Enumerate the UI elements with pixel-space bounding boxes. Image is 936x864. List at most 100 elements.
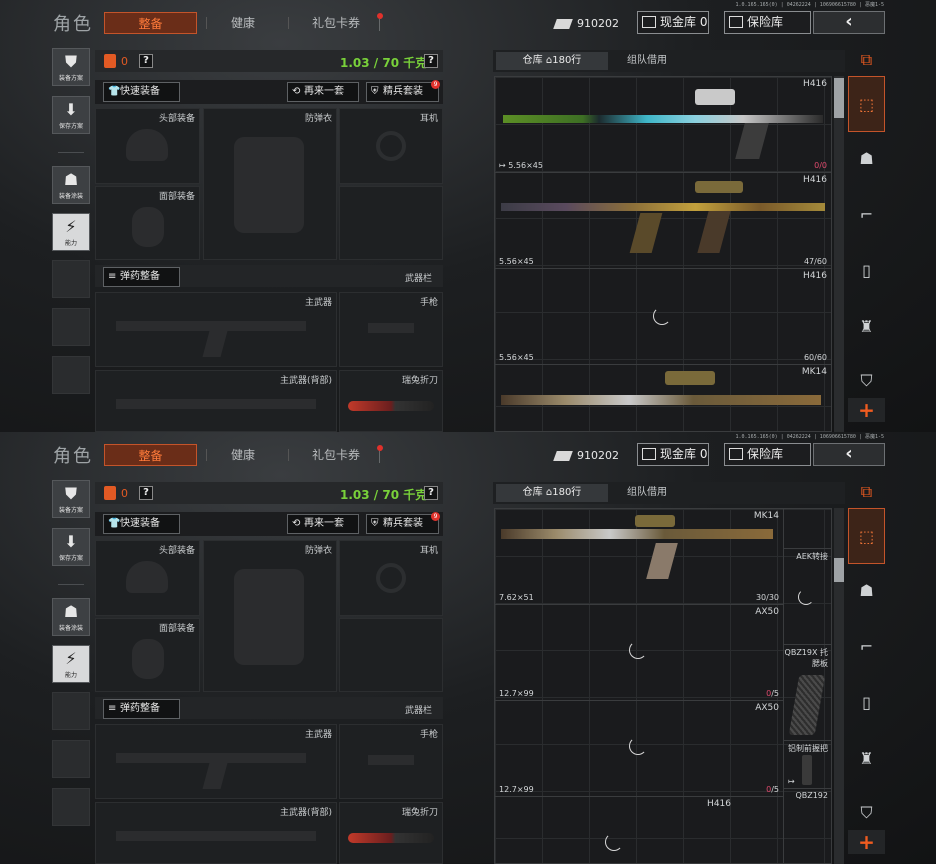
- ear-slot[interactable]: 耳机: [339, 540, 443, 616]
- primary-back-slot[interactable]: 主武器(背部): [95, 802, 337, 864]
- ammo-button[interactable]: ≡ 弹药整备: [103, 267, 180, 287]
- head-slot[interactable]: 头部装备: [95, 540, 200, 616]
- armor-slot[interactable]: 防弹衣: [203, 108, 337, 260]
- tab-team-borrow[interactable]: 组队借用: [612, 52, 682, 70]
- attachment-card[interactable]: QBZ19X 托腮板: [784, 645, 831, 741]
- item-card[interactable]: MK14 7.62×51 30/30: [495, 509, 783, 605]
- item-card[interactable]: H416 5.56×45 47/60: [495, 173, 831, 269]
- category-medical-icon[interactable]: ⛉: [848, 794, 885, 831]
- loadout-plan-button[interactable]: ⛊ 装备方案: [52, 480, 90, 518]
- category-rifle-icon[interactable]: ⌐: [848, 196, 885, 233]
- elite-kit-button[interactable]: ⛨ 精兵套装: [366, 514, 439, 534]
- item-count: 0/5: [766, 785, 779, 794]
- scrollbar-thumb[interactable]: [834, 558, 844, 582]
- elite-kit-button[interactable]: ⛨ 精兵套装: [366, 82, 439, 102]
- gasmask-silhouette-icon: [132, 207, 164, 247]
- paint-label: 装备涂装: [58, 193, 83, 200]
- ammo-icon: ≡: [108, 271, 117, 282]
- item-card[interactable]: H416 ↦ 5.56×45 0/0: [495, 77, 831, 173]
- tab-health[interactable]: 健康: [218, 444, 268, 466]
- top-bar: 角色 整备 健康 礼包卡券 910202 现金库 0 保险库 ‹: [0, 432, 936, 476]
- primary-back-slot[interactable]: 主武器(背部): [95, 370, 337, 432]
- tab-warehouse[interactable]: 仓库 ⌂180行: [496, 52, 608, 70]
- tab-gift-cards[interactable]: 礼包卡券: [300, 12, 372, 34]
- item-card[interactable]: H416: [495, 797, 783, 863]
- category-rifle-icon[interactable]: ⌐: [848, 628, 885, 665]
- category-armor-icon[interactable]: ☗: [848, 572, 885, 609]
- tab-team-borrow[interactable]: 组队借用: [612, 484, 682, 502]
- knife-slot[interactable]: 瑞兔折刀: [339, 802, 443, 864]
- rifle-mag-icon: [202, 763, 228, 789]
- head-slot-label: 头部装备: [158, 114, 195, 124]
- knife-label: 瑞兔折刀: [401, 808, 438, 818]
- paint-button[interactable]: ☗ 装备涂装: [52, 598, 90, 636]
- ability-button[interactable]: ⚡ 能力: [52, 213, 90, 251]
- pistol-slot[interactable]: 手枪: [339, 724, 443, 799]
- category-magazine-icon[interactable]: ▯: [848, 684, 885, 721]
- head-slot[interactable]: 头部装备: [95, 108, 200, 184]
- primary-weapon-slot[interactable]: 主武器: [95, 724, 337, 799]
- safe-box-button[interactable]: 保险库: [724, 443, 811, 466]
- primary-weapon-slot[interactable]: 主武器: [95, 292, 337, 367]
- item-card[interactable]: AX50 12.7×99 0/5: [495, 701, 783, 797]
- help-icon[interactable]: ?: [139, 54, 153, 68]
- knife-icon: [348, 833, 434, 843]
- tab-warehouse[interactable]: 仓库 ⌂180行: [496, 484, 608, 502]
- category-armor-icon[interactable]: ☗: [848, 140, 885, 177]
- attachment-card[interactable]: [784, 509, 831, 549]
- cash-vault-button[interactable]: 现金库 0: [637, 443, 709, 466]
- tab-gift-cards[interactable]: 礼包卡券: [300, 444, 372, 466]
- attachment-card[interactable]: QBZ192: [784, 789, 831, 863]
- attachment-card[interactable]: 铝制前握把 ↦: [784, 741, 831, 789]
- armor-slot[interactable]: 防弹衣: [203, 540, 337, 692]
- tab-loadout[interactable]: 整备: [104, 12, 197, 34]
- help-icon[interactable]: ?: [139, 486, 153, 500]
- empty-side-slot: [52, 356, 90, 394]
- face-slot[interactable]: 面部装备: [95, 186, 200, 260]
- help-icon[interactable]: ?: [424, 54, 438, 68]
- back-button[interactable]: ‹: [813, 443, 885, 466]
- repeat-loadout-button[interactable]: ⟲ 再来一套: [287, 514, 359, 534]
- safe-box-button[interactable]: 保险库: [724, 11, 811, 34]
- layers-icon[interactable]: ⧉: [848, 480, 885, 504]
- category-attachment-icon[interactable]: ♜: [848, 308, 885, 345]
- quick-equip-button[interactable]: 👕 快速装备: [103, 514, 180, 534]
- item-card[interactable]: H416 5.56×45 60/60: [495, 269, 831, 365]
- chevron-left-icon: ‹: [845, 443, 853, 464]
- item-card[interactable]: MK14: [495, 365, 831, 431]
- category-magazine-icon[interactable]: ▯: [848, 252, 885, 289]
- cash-vault-button[interactable]: 现金库 0: [637, 11, 709, 34]
- add-icon[interactable]: +: [848, 830, 885, 854]
- save-plan-button[interactable]: ⬇ 保存方案: [52, 96, 90, 134]
- tab-health[interactable]: 健康: [218, 12, 268, 34]
- pistol-slot[interactable]: 手枪: [339, 292, 443, 367]
- layers-icon[interactable]: ⧉: [848, 48, 885, 72]
- back-button[interactable]: ‹: [813, 11, 885, 34]
- ear-slot[interactable]: 耳机: [339, 108, 443, 184]
- rifle-silhouette-icon: [116, 399, 316, 409]
- ammo-button[interactable]: ≡ 弹药整备: [103, 699, 180, 719]
- quick-equip-button[interactable]: 👕 快速装备: [103, 82, 180, 102]
- magazine-icon: [646, 543, 678, 579]
- category-medical-icon[interactable]: ⛉: [848, 362, 885, 399]
- scrollbar-thumb[interactable]: [834, 78, 844, 118]
- tab-loadout[interactable]: 整备: [104, 444, 197, 466]
- ability-button[interactable]: ⚡ 能力: [52, 645, 90, 683]
- scrollbar[interactable]: [834, 76, 844, 432]
- category-attachment-icon[interactable]: ♜: [848, 740, 885, 777]
- category-all-icon[interactable]: ⬚: [848, 508, 885, 564]
- save-plan-button[interactable]: ⬇ 保存方案: [52, 528, 90, 566]
- paint-button[interactable]: ☗ 装备涂装: [52, 166, 90, 204]
- item-card[interactable]: AX50 12.7×99 0/5: [495, 605, 783, 701]
- help-icon[interactable]: ?: [424, 486, 438, 500]
- attachment-card[interactable]: AEK转接: [784, 549, 831, 645]
- category-all-icon[interactable]: ⬚: [848, 76, 885, 132]
- add-icon[interactable]: +: [848, 398, 885, 422]
- scope-icon: [665, 371, 715, 385]
- knife-slot[interactable]: 瑞兔折刀: [339, 370, 443, 432]
- primary-label: 主武器: [304, 298, 332, 308]
- loadout-plan-button[interactable]: ⛊ 装备方案: [52, 48, 90, 86]
- ammo-label: 弹药整备: [120, 703, 160, 714]
- face-slot[interactable]: 面部装备: [95, 618, 200, 692]
- repeat-loadout-button[interactable]: ⟲ 再来一套: [287, 82, 359, 102]
